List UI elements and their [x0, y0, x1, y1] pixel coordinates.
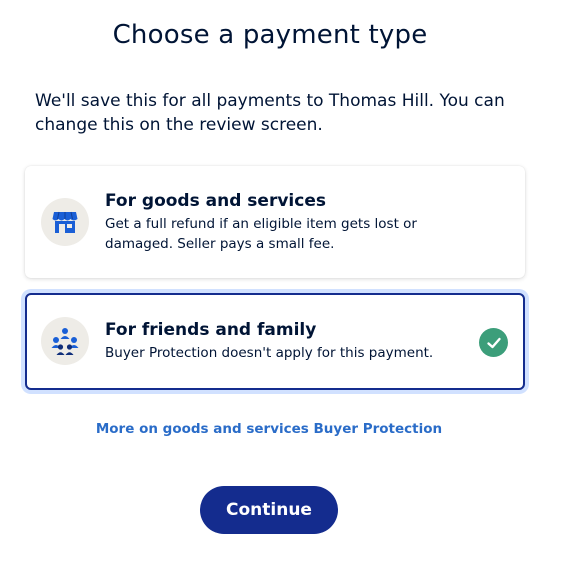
storefront-icon: [41, 198, 89, 246]
payment-type-page: Choose a payment type We'll save this fo…: [0, 0, 566, 563]
people-group-icon: [41, 317, 89, 365]
option-friends-and-family[interactable]: For friends and family Buyer Protection …: [25, 293, 525, 390]
checkmark-icon: [479, 328, 508, 357]
option-goods-and-services[interactable]: For goods and services Get a full refund…: [25, 166, 525, 278]
option-title: For goods and services: [105, 191, 326, 211]
continue-button[interactable]: Continue: [200, 486, 338, 534]
option-description: Buyer Protection doesn't apply for this …: [105, 345, 434, 361]
buyer-protection-link[interactable]: More on goods and services Buyer Protect…: [0, 421, 538, 437]
intro-text: We'll save this for all payments to Thom…: [35, 91, 505, 135]
option-title: For friends and family: [105, 320, 317, 340]
page-title: Choose a payment type: [112, 20, 428, 50]
option-description: Get a full refund if an eligible item ge…: [105, 216, 417, 252]
